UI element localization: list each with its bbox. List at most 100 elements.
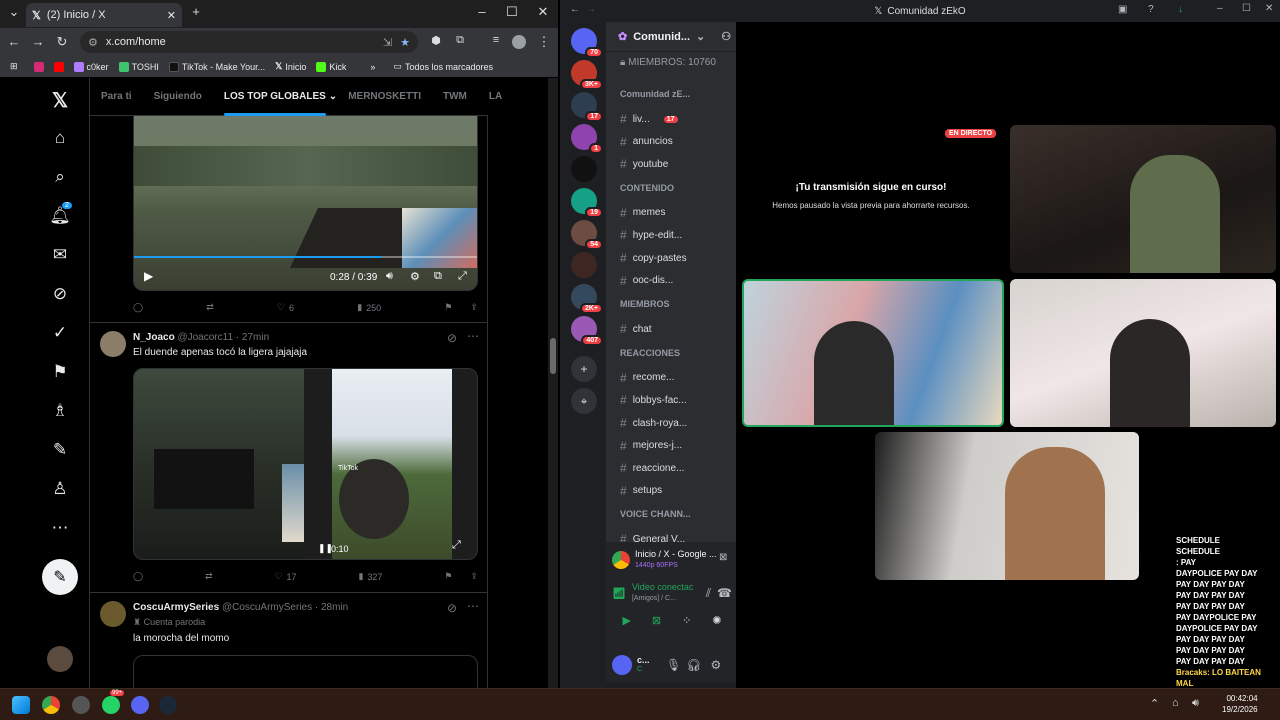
share-icon[interactable]: ⇪ <box>470 302 478 313</box>
more-icon[interactable]: ⋯ <box>50 518 70 538</box>
steam-icon[interactable] <box>159 696 177 714</box>
tweet[interactable]: N_Joaco @Joacorc11 · 27min ⊘ ⋯ El duende… <box>90 323 488 593</box>
server-icon[interactable]: 19 <box>571 188 603 218</box>
author-name[interactable]: N_Joaco <box>133 332 175 343</box>
minimize-icon[interactable]: – <box>1217 3 1223 14</box>
media-icon[interactable]: ≡ <box>486 34 506 46</box>
headphones-icon[interactable]: 🎧︎ <box>686 658 701 672</box>
reply-button[interactable]: ◯ <box>133 571 143 582</box>
stop-stream-icon[interactable]: ⊠ <box>719 552 727 563</box>
channel-category[interactable]: VOICE CHANN... <box>620 509 691 519</box>
bookmark-instagram[interactable] <box>33 61 44 72</box>
bookmark-kick[interactable]: Kick <box>316 61 346 72</box>
start-icon[interactable] <box>12 696 30 714</box>
add-member-icon[interactable]: ⚇ <box>721 30 731 43</box>
inbox-icon[interactable]: ▣ <box>1118 4 1127 15</box>
pip-icon[interactable]: ⧉ <box>434 270 442 283</box>
author-avatar[interactable] <box>100 601 126 627</box>
author-handle[interactable]: @Joacorc11 · 27min <box>177 332 269 343</box>
whatsapp-icon[interactable]: 99+ <box>102 690 125 714</box>
stream-card[interactable]: Inicio / X - Google ... 1440p 60FPS <box>612 546 732 574</box>
user-avatar[interactable] <box>612 655 632 675</box>
bookmark-toshi[interactable]: TOSHI <box>118 61 159 72</box>
video-tile[interactable] <box>1010 125 1276 273</box>
channel-item[interactable]: # youtube <box>620 157 668 171</box>
discord-taskbar-icon[interactable] <box>131 696 149 714</box>
video-tile-speaking[interactable] <box>742 279 1004 427</box>
channel-item[interactable]: # mejores-j... <box>620 439 682 453</box>
video-progress-track[interactable] <box>134 256 477 258</box>
new-tab-icon[interactable]: + <box>186 4 206 19</box>
channel-item[interactable]: # reaccione... <box>620 461 684 475</box>
clock[interactable]: 00:42:04 19/2/2026 <box>1222 693 1258 715</box>
like-button[interactable]: ♡ 6 <box>277 302 294 313</box>
fullscreen-icon[interactable]: ⤢ <box>458 270 467 283</box>
bookmarks-folder[interactable]: ▭ Todos los marcadores <box>393 61 493 72</box>
video-tile[interactable] <box>1010 279 1276 427</box>
screen-share-icon[interactable]: ⊠ <box>652 614 661 627</box>
server-icon[interactable]: 54 <box>571 220 603 250</box>
server-icon[interactable] <box>571 156 597 182</box>
noise-suppression-icon[interactable]: ⫽ <box>706 586 711 601</box>
tray-chevron-icon[interactable]: ⌃ <box>1150 697 1159 710</box>
user-settings-icon[interactable]: ⚙ <box>710 658 721 672</box>
page-scrollbar[interactable] <box>548 78 558 688</box>
activities-icon[interactable]: ⁘ <box>682 614 691 627</box>
maximize-icon[interactable]: ☐ <box>1242 3 1251 14</box>
channel-item[interactable]: # ooc-dis... <box>620 274 673 288</box>
profile-icon[interactable]: ♙ <box>50 479 70 499</box>
tab-search-icon[interactable]: ⌄ <box>4 4 24 20</box>
network-icon[interactable]: ⌂ <box>1172 697 1179 709</box>
play-icon[interactable]: ▶ <box>144 269 153 283</box>
messages-icon[interactable]: ✉ <box>50 245 70 265</box>
x-home-logo-icon[interactable]: 𝕏 <box>50 90 70 112</box>
more-options-icon[interactable]: ⋯ <box>467 329 479 343</box>
channel-category[interactable]: MIEMBROS <box>620 299 670 309</box>
tab-twm[interactable]: TWM <box>443 91 467 102</box>
install-icon[interactable]: ⇲ <box>383 36 392 49</box>
back-icon[interactable]: ← <box>570 4 580 15</box>
reply-button[interactable]: ◯ <box>133 302 143 313</box>
author-avatar[interactable] <box>100 331 126 357</box>
volume-icon[interactable]: 🔊︎ <box>1192 697 1199 710</box>
chrome-taskbar-icon[interactable] <box>42 696 60 714</box>
tweet-media[interactable] <box>133 655 478 688</box>
obs-icon[interactable] <box>72 696 90 714</box>
tweet-video[interactable]: ▶ 0:28 / 0:39 🔊︎ ⚙ ⧉ ⤢ <box>133 116 478 291</box>
maximize-icon[interactable]: ☐ <box>502 4 522 20</box>
tab-siguiendo[interactable]: Siguiendo <box>154 91 202 102</box>
tab-para-ti[interactable]: Para ti <box>101 91 132 102</box>
apps-icon[interactable]: ⊞ <box>10 61 18 72</box>
tab-los-top-globales[interactable]: LOS TOP GLOBALES <box>223 91 326 116</box>
server-icon[interactable]: 1 <box>571 124 603 154</box>
server-icon[interactable]: 70 <box>571 28 603 58</box>
soundboard-icon[interactable]: ✺ <box>712 614 721 627</box>
channel-item[interactable]: # setups <box>620 484 662 498</box>
tab-mernosketti[interactable]: MERNOSKETTI <box>348 91 421 102</box>
bookmark-youtube[interactable] <box>53 61 64 72</box>
tweet[interactable]: CoscuArmySeries @CoscuArmySeries · 28min… <box>90 593 488 688</box>
scrollbar-thumb[interactable] <box>550 338 556 374</box>
home-icon[interactable]: ⌂ <box>50 128 70 148</box>
forward-icon[interactable]: → <box>28 34 48 49</box>
author-name[interactable]: CoscuArmySeries <box>133 602 219 613</box>
server-icon[interactable] <box>571 252 597 278</box>
close-tab-icon[interactable]: ✕ <box>167 9 176 22</box>
bookmark-inicio[interactable]: 𝕏 Inicio <box>275 61 306 72</box>
back-icon[interactable]: ← <box>4 34 24 49</box>
author-handle[interactable]: @CoscuArmySeries · 28min <box>222 602 348 613</box>
channel-item[interactable]: # General V... <box>620 532 685 542</box>
grok-explain-icon[interactable]: ⊘ <box>447 331 457 345</box>
add-server-icon[interactable]: + <box>571 356 597 382</box>
channel-item[interactable]: # memes <box>620 206 665 220</box>
server-icon[interactable]: 2K+ <box>571 284 603 314</box>
site-info-icon[interactable]: ⚙ <box>88 36 98 49</box>
forward-icon[interactable]: → <box>586 4 596 15</box>
explore-icon[interactable]: ⌕ <box>50 167 70 187</box>
address-bar[interactable]: ⚙ x.com/home ⇲ ★ <box>80 31 418 53</box>
profile-avatar[interactable] <box>512 35 526 49</box>
fullscreen-icon[interactable]: ⤢ <box>452 539 461 552</box>
channel-category[interactable]: Comunidad zE... <box>620 89 690 99</box>
tweet[interactable]: ▶ 0:28 / 0:39 🔊︎ ⚙ ⧉ ⤢ ◯ ⇄ ♡ 6 ▮ 250 ⚑ ⇪ <box>90 116 488 323</box>
server-icon[interactable]: 3K+ <box>571 60 603 90</box>
